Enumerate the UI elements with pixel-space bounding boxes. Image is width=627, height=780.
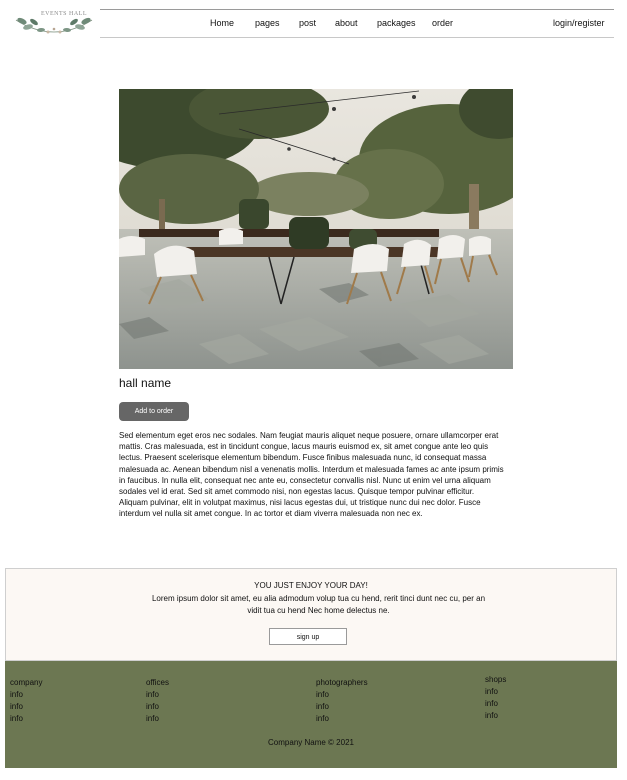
hall-description: Sed elementum eget eros nec sodales. Nam… [119, 431, 504, 519]
footer-link[interactable]: info [146, 689, 169, 701]
nav-packages[interactable]: packages [377, 18, 416, 28]
footer-link[interactable]: info [146, 713, 169, 725]
nav-home[interactable]: Home [210, 18, 234, 28]
logo[interactable]: EVENTS HALL [14, 8, 94, 38]
footer-link[interactable]: info [10, 689, 42, 701]
hall-photo-illustration [119, 89, 513, 369]
footer-link[interactable]: info [485, 686, 506, 698]
nav-about[interactable]: about [335, 18, 358, 28]
promo-title: YOU JUST ENJOY YOUR DAY! [254, 581, 368, 590]
footer-column-title[interactable]: photographers [316, 677, 368, 689]
footer-link[interactable]: info [146, 701, 169, 713]
footer-column-photographers: photographers info info info [316, 677, 368, 725]
footer-link[interactable]: info [10, 701, 42, 713]
footer-column-title[interactable]: offices [146, 677, 169, 689]
logo-text: EVENTS HALL [41, 11, 87, 17]
footer-link[interactable]: info [485, 710, 506, 722]
nav-post[interactable]: post [299, 18, 316, 28]
nav-order[interactable]: order [432, 18, 453, 28]
copyright: Company Name © 2021 [268, 738, 354, 747]
footer-link[interactable]: info [10, 713, 42, 725]
hall-name: hall name [119, 376, 172, 390]
promo-text: Lorem ipsum dolor sit amet, eu alia admo… [151, 594, 486, 615]
sign-up-button[interactable]: sign up [269, 628, 347, 645]
footer-column-offices: offices info info info [146, 677, 169, 725]
add-to-order-button[interactable]: Add to order [119, 402, 189, 421]
footer-link[interactable]: info [316, 701, 368, 713]
footer-link[interactable]: info [316, 689, 368, 701]
signup-banner: YOU JUST ENJOY YOUR DAY! Lorem ipsum dol… [5, 568, 617, 661]
hall-image [119, 89, 513, 369]
footer-link[interactable]: info [316, 713, 368, 725]
footer-column-company: company info info info [10, 677, 42, 725]
footer-column-shops: shops info info info [485, 674, 506, 722]
footer: company info info info offices info info… [5, 661, 617, 768]
nav-login-register[interactable]: login/register [553, 18, 605, 28]
nav-pages[interactable]: pages [255, 18, 280, 28]
footer-link[interactable]: info [485, 698, 506, 710]
footer-column-title[interactable]: shops [485, 674, 506, 686]
footer-column-title[interactable]: company [10, 677, 42, 689]
